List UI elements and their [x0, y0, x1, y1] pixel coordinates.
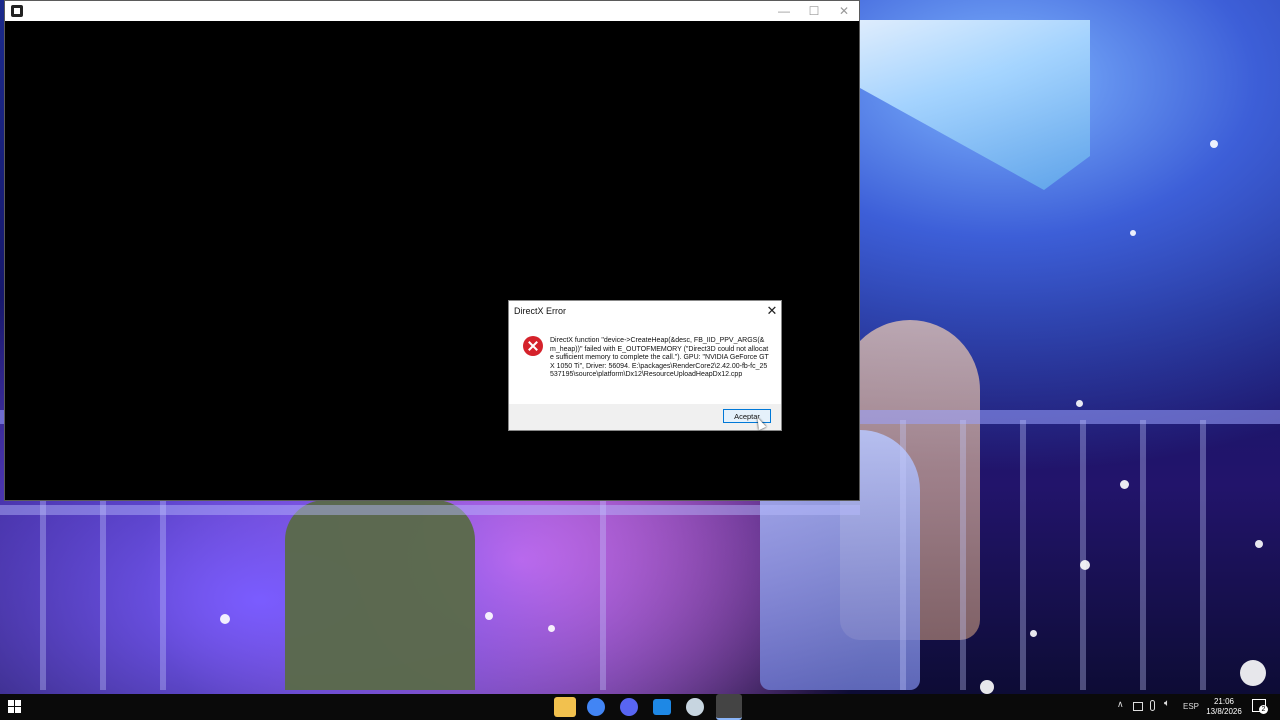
- wallpaper-character-green-coat: [285, 500, 475, 690]
- file-explorer-icon[interactable]: [554, 697, 576, 717]
- wallpaper-post: [1200, 420, 1206, 690]
- snowflake: [1210, 140, 1218, 148]
- show-hidden-icons-button[interactable]: ∧: [1117, 699, 1124, 710]
- wallpaper-railing-lower: [0, 505, 860, 515]
- minimize-button[interactable]: —: [769, 1, 799, 21]
- snowflake: [1030, 630, 1037, 637]
- chrome-icon[interactable]: [587, 698, 605, 716]
- wallpaper-post: [960, 420, 966, 690]
- app-window-icon[interactable]: [653, 699, 671, 715]
- dialog-footer: Aceptar: [509, 404, 781, 430]
- wallpaper-post: [900, 420, 906, 690]
- microphone-icon[interactable]: [1150, 700, 1155, 711]
- window-titlebar[interactable]: — ☐ ✕: [5, 1, 859, 21]
- clock-date: 13/8/2026: [1206, 707, 1242, 716]
- notification-count-badge: 2: [1259, 705, 1268, 714]
- system-clock[interactable]: 21:06 13/8/2026: [1202, 697, 1246, 717]
- language-indicator[interactable]: ESP: [1183, 702, 1199, 711]
- wallpaper-post: [1140, 420, 1146, 690]
- wallpaper-post: [1020, 420, 1026, 690]
- wallpaper-post: [600, 500, 606, 690]
- snowflake: [548, 625, 555, 632]
- network-icon[interactable]: [1133, 702, 1143, 711]
- wallpaper-post: [160, 500, 166, 690]
- discord-icon[interactable]: [620, 698, 638, 716]
- clock-time: 21:06: [1213, 697, 1235, 706]
- snowflake: [1076, 400, 1083, 407]
- snowflake: [1240, 660, 1266, 686]
- wallpaper-post: [100, 500, 106, 690]
- directx-error-dialog: DirectX Error ✕ DirectX function "device…: [508, 300, 782, 431]
- dialog-title: DirectX Error: [514, 306, 567, 316]
- snowflake: [485, 612, 493, 620]
- maximize-button[interactable]: ☐: [799, 1, 829, 21]
- app-icon: [11, 5, 23, 17]
- wallpaper-post: [40, 500, 46, 690]
- snowflake: [1120, 480, 1129, 489]
- windows-start-icon[interactable]: [8, 700, 22, 714]
- error-icon: [523, 336, 543, 356]
- error-message: DirectX function "device->CreateHeap(&de…: [550, 337, 769, 379]
- game-icon[interactable]: [716, 694, 742, 720]
- close-window-button[interactable]: ✕: [829, 1, 859, 21]
- taskbar: ∧ 🔈︎ ESP 21:06 13/8/2026 2: [0, 694, 1280, 720]
- snowflake: [1255, 540, 1263, 548]
- snowflake: [1080, 560, 1090, 570]
- snowflake: [1130, 230, 1136, 236]
- snowflake: [980, 680, 994, 694]
- steam-icon[interactable]: [686, 698, 704, 716]
- volume-icon[interactable]: 🔈︎: [1164, 698, 1170, 709]
- wallpaper-post: [1080, 420, 1086, 690]
- dialog-close-button[interactable]: ✕: [764, 303, 780, 319]
- snowflake: [220, 614, 230, 624]
